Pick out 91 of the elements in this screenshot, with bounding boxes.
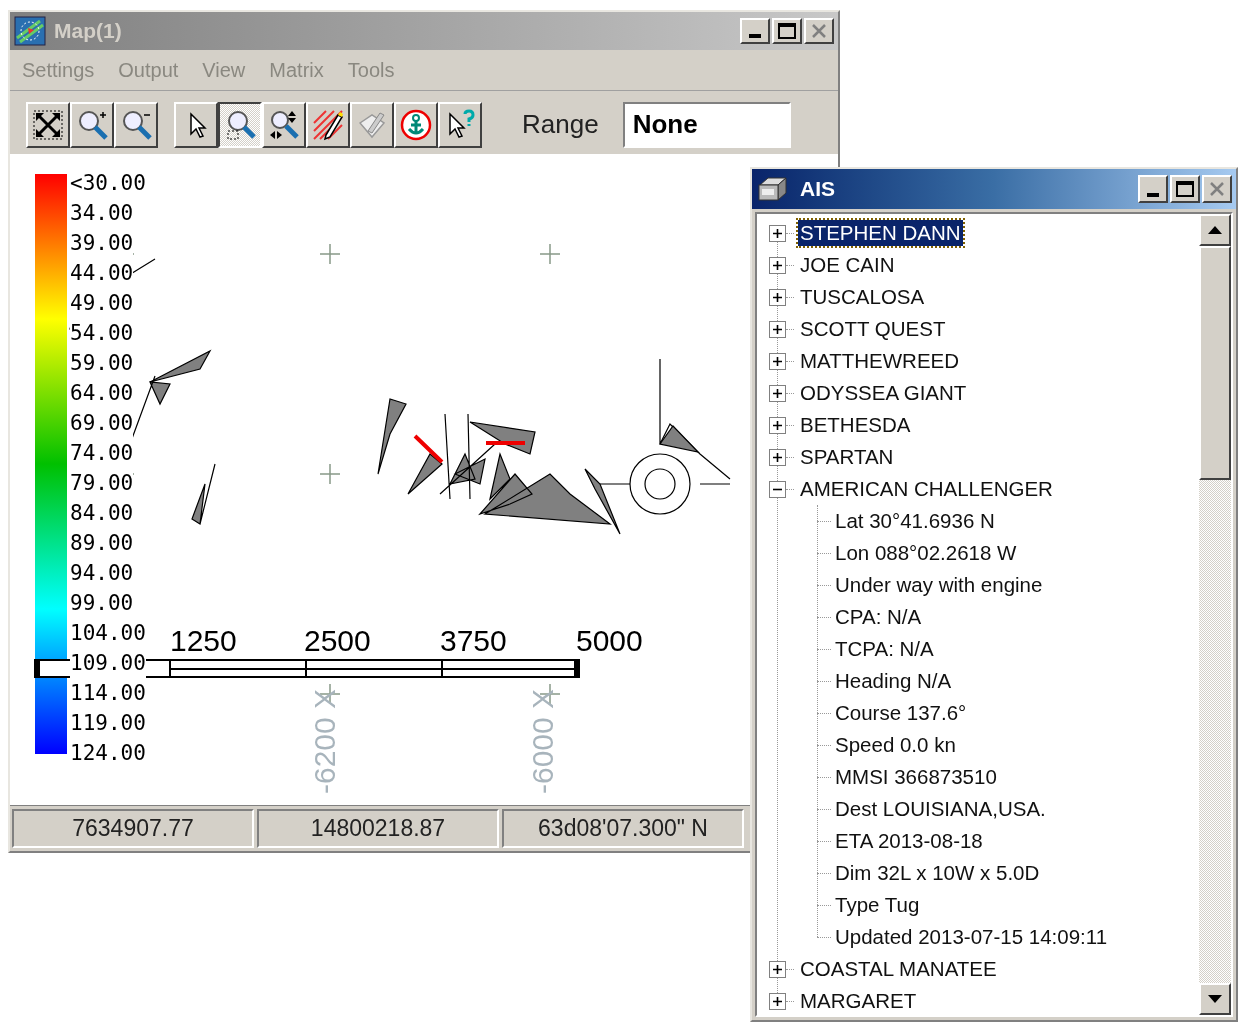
vessel-name[interactable]: SCOTT QUEST: [798, 316, 948, 342]
range-field[interactable]: None: [622, 101, 791, 148]
zoom-pan-icon: [268, 108, 300, 141]
vessel-name[interactable]: MATTHEWREED: [798, 348, 962, 374]
grid-label: -6200 X: [307, 688, 342, 794]
detail-text: Dest LOUISIANA,USA.: [835, 796, 1046, 822]
plus-icon: [772, 451, 783, 463]
detail-text: MMSI 366873510: [835, 764, 997, 790]
expand-toggle[interactable]: [769, 224, 786, 242]
status-pane: 14800218.87: [257, 809, 499, 848]
scale-label: 2500: [304, 624, 371, 658]
zoom-out-icon: [120, 108, 152, 141]
close-button[interactable]: [1202, 175, 1232, 203]
detail-text: Under way with engine: [835, 572, 1043, 598]
expand-toggle[interactable]: [769, 288, 786, 306]
close-icon: [1209, 182, 1225, 196]
minimize-button[interactable]: [1138, 175, 1168, 203]
vessel-name[interactable]: MARGARET: [798, 988, 919, 1014]
plus-icon: [772, 963, 783, 975]
legend-label: 74.00: [70, 438, 134, 468]
detail-text: ETA 2013-08-18: [835, 828, 983, 854]
expand-arrows-icon: [32, 108, 64, 141]
plus-icon: [772, 291, 783, 303]
close-button[interactable]: [804, 18, 834, 44]
detail-text: Dim 32L x 10W x 5.0D: [835, 860, 1040, 886]
vessel-name[interactable]: SPARTAN: [798, 444, 896, 470]
detail-text: Course 137.6°: [835, 700, 967, 726]
vessel-name[interactable]: JOE CAIN: [798, 252, 897, 278]
pencil-hatch-icon: [312, 108, 344, 141]
minimize-icon: [1147, 193, 1159, 197]
minimize-button[interactable]: [740, 18, 770, 44]
scrollbar[interactable]: [1199, 214, 1231, 1015]
vessel-name[interactable]: AMERICAN CHALLENGER: [798, 476, 1055, 502]
expand-toggle[interactable]: [769, 352, 786, 370]
detail-text: Speed 0.0 kn: [835, 732, 956, 758]
expand-toggle[interactable]: [769, 384, 786, 402]
plus-icon: [772, 323, 783, 335]
minimize-icon: [749, 34, 761, 38]
vessel-name[interactable]: STEPHEN DANN: [798, 220, 963, 246]
window-title: AIS: [800, 176, 835, 203]
scroll-down-button[interactable]: [1199, 983, 1231, 1015]
detail-text: TCPA: N/A: [835, 636, 934, 662]
range-label: Range: [522, 108, 599, 141]
window-title: Map(1): [54, 18, 122, 45]
up-arrow-icon: [1208, 226, 1222, 234]
anchor-icon: [400, 108, 432, 141]
detail-text: Heading N/A: [835, 668, 952, 694]
plus-icon: [772, 387, 783, 399]
vessel-name[interactable]: ODYSSEA GIANT: [798, 380, 969, 406]
vessel-name[interactable]: BETHESDA: [798, 412, 913, 438]
maximize-icon: [1176, 181, 1194, 197]
expand-toggle[interactable]: [769, 320, 786, 338]
detail-text: Updated 2013-07-15 14:09:11: [835, 924, 1108, 950]
expand-toggle[interactable]: [769, 992, 786, 1010]
expand-toggle[interactable]: [769, 416, 786, 434]
plus-icon: [772, 419, 783, 431]
maximize-icon: [778, 23, 796, 39]
detail-text: Lat 30°41.6936 N: [835, 508, 995, 534]
detail-text: Type Tug: [835, 892, 920, 918]
plus-icon: [772, 355, 783, 367]
close-icon: [811, 24, 827, 38]
maximize-button[interactable]: [1170, 175, 1200, 203]
zoom-in-icon: [76, 108, 108, 141]
expand-toggle[interactable]: [769, 256, 786, 274]
collapse-toggle[interactable]: [769, 480, 786, 498]
plus-icon: [772, 259, 783, 271]
zoom-box-icon: [224, 108, 256, 141]
vessel-name[interactable]: TUSCALOSA: [798, 284, 927, 310]
status-pane: 7634907.77: [12, 809, 254, 848]
legend-label: 44.00: [70, 258, 134, 288]
status-pane: 63d08'07.300" N: [502, 809, 744, 848]
radio-device-icon: [756, 175, 788, 203]
plus-icon: [772, 227, 783, 239]
grid-label: -6000 X: [525, 688, 560, 794]
expand-toggle[interactable]: [769, 448, 786, 466]
plus-icon: [772, 995, 783, 1007]
scroll-thumb[interactable]: [1199, 246, 1231, 480]
scale-label: 5000: [576, 624, 643, 658]
detail-text: CPA: N/A: [835, 604, 922, 630]
scroll-up-button[interactable]: [1199, 214, 1231, 246]
scale-label: 3750: [440, 624, 507, 658]
tool-button[interactable]: [218, 101, 262, 148]
expand-toggle[interactable]: [769, 960, 786, 978]
vessel-name[interactable]: COASTAL MANATEE: [798, 956, 999, 982]
scale-label: 1250: [170, 624, 237, 658]
legend-label: 69.00: [70, 408, 134, 438]
detail-text: Lon 088°02.2618 W: [835, 540, 1017, 566]
map-icon: [14, 16, 46, 46]
maximize-button[interactable]: [772, 18, 802, 44]
legend-label: 49.00: [70, 288, 134, 318]
down-arrow-icon: [1208, 995, 1222, 1003]
